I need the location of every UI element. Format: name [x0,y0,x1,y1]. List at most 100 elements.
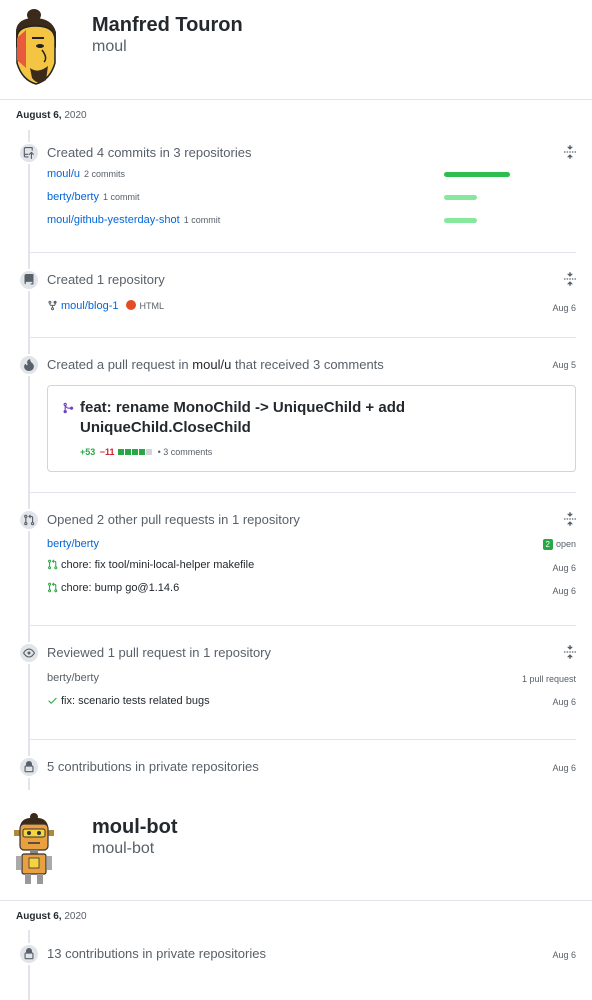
diff-square [118,449,125,455]
lock-icon [24,761,34,773]
created-repo-date: Aug 6 [552,303,576,313]
pr-title-link[interactable]: feat: rename MonoChild -> UniqueChild + … [80,398,550,438]
lock-icon [24,948,34,960]
opened-pr-item: chore: fix tool/mini-local-helper makefi… [47,559,254,571]
reviewed-repo-row: berty/berty [47,672,99,684]
timeline-line [28,930,30,1000]
reviewed-pr-link[interactable]: fix: scenario tests related bugs [61,695,210,707]
opened-pr-date: Aug 6 [552,586,576,596]
created-repo-link[interactable]: moul/blog-1 [61,300,118,312]
opened-pr-link[interactable]: chore: fix tool/mini-local-helper makefi… [61,559,254,571]
collapse-icon[interactable] [563,512,577,526]
commit-share-bar [444,172,510,177]
pr-comments: • 3 comments [157,447,213,457]
timeline-line [28,130,30,790]
date-day: August 6, [16,911,62,922]
commit-repo-row: moul/github-yesterday-shot 1 commit [47,214,220,226]
commits-badge [18,142,40,164]
commit-share-bar [444,195,477,200]
avatar[interactable] [10,8,62,86]
divider [28,252,576,253]
language-color-dot [126,300,137,310]
pr-deletions: −11 [99,447,115,457]
private-contributions-date: Aug 6 [552,763,576,773]
date-year: 2020 [64,110,87,121]
date-day: August 6, [16,110,62,121]
created-repo-row: moul/blog-1 HTML [47,300,164,312]
opened-prs-repo-row: berty/berty [47,538,99,550]
collapse-icon[interactable] [563,145,577,159]
private-badge [18,756,40,778]
commit-count[interactable]: 1 commit [103,192,140,202]
git-pull-request-icon [24,514,35,526]
repo-icon [24,274,34,285]
opened-pr-date: Aug 6 [552,563,576,573]
pr-section-title: Created a pull request in moul/u that re… [47,357,384,372]
profile-name[interactable]: moul-bot [92,816,178,839]
commit-repo-link[interactable]: moul/github-yesterday-shot [47,214,180,226]
commit-repo-row: berty/berty 1 commit [47,191,139,203]
commits-title: Created 4 commits in 3 repositories [47,145,252,160]
profile-name[interactable]: Manfred Touron [92,14,243,37]
profile-login: moul-bot [92,840,155,857]
eye-icon [23,648,35,658]
reviewed-badge [18,642,40,664]
commit-repo-link[interactable]: moul/u [47,168,80,180]
check-icon [48,697,57,704]
diff-square [146,449,153,455]
flame-icon [24,359,34,371]
divider [28,337,576,338]
private-contributions-title: 13 contributions in private repositories [47,946,266,961]
pr-title-prefix: Created a pull request in [47,357,189,372]
open-label: open [555,539,576,549]
repo-badge [18,269,40,291]
date-heading: August 6, 2020 [16,911,87,922]
pr-card[interactable]: feat: rename MonoChild -> UniqueChild + … [47,385,576,472]
commit-count[interactable]: 1 commit [184,215,221,225]
divider [28,625,576,626]
commit-share-bar [444,218,477,223]
git-pull-request-open-icon [48,582,58,593]
opened-pr-link[interactable]: chore: bump go@1.14.6 [61,582,179,594]
private-contributions-date: Aug 6 [552,950,576,960]
reviewed-pr-item: fix: scenario tests related bugs [47,695,210,707]
collapse-icon[interactable] [563,645,577,659]
commit-count[interactable]: 2 commits [84,169,125,179]
diff-square [125,449,132,455]
profile-header-moul: Manfred Touron moul [0,0,592,100]
profile-login: moul [92,38,127,55]
open-count-badge[interactable]: 2 open [542,539,576,550]
repo-forked-icon [48,300,57,311]
reviewed-title: Reviewed 1 pull request in 1 repository [47,645,272,660]
pr-date: Aug 5 [552,360,576,370]
date-heading: August 6, 2020 [16,110,87,121]
opened-pr-item: chore: bump go@1.14.6 [47,582,179,594]
commit-repo-row: moul/u 2 commits [47,168,125,180]
avatar[interactable] [10,812,60,888]
diff-square [132,449,139,455]
git-merge-icon [62,402,74,414]
date-year: 2020 [64,911,87,922]
language-label: HTML [139,301,164,311]
opened-prs-title: Opened 2 other pull requests in 1 reposi… [47,512,300,527]
commit-repo-link[interactable]: berty/berty [47,191,99,203]
git-pull-request-open-icon [48,559,58,570]
private-contributions-title: 5 contributions in private repositories [47,759,259,774]
private-badge [18,943,40,965]
reviewed-count[interactable]: 1 pull request [522,674,576,684]
profile-header-moul-bot: moul-bot moul-bot [0,800,592,901]
divider [28,739,576,740]
pr-stats: +53 −11 • 3 comments [80,447,212,457]
repo-push-icon [23,147,34,159]
pr-repo-link[interactable]: moul/u [192,357,231,372]
divider [28,492,576,493]
collapse-icon[interactable] [563,272,577,286]
opened-prs-repo-link[interactable]: berty/berty [47,538,99,550]
pr-title-suffix: that received 3 comments [234,357,384,372]
opened-pr-badge [18,509,40,531]
pr-additions: +53 [80,447,96,457]
reviewed-repo-link[interactable]: berty/berty [47,672,99,684]
pr-badge [18,354,40,376]
diff-square [139,449,146,455]
created-repo-title: Created 1 repository [47,272,165,287]
